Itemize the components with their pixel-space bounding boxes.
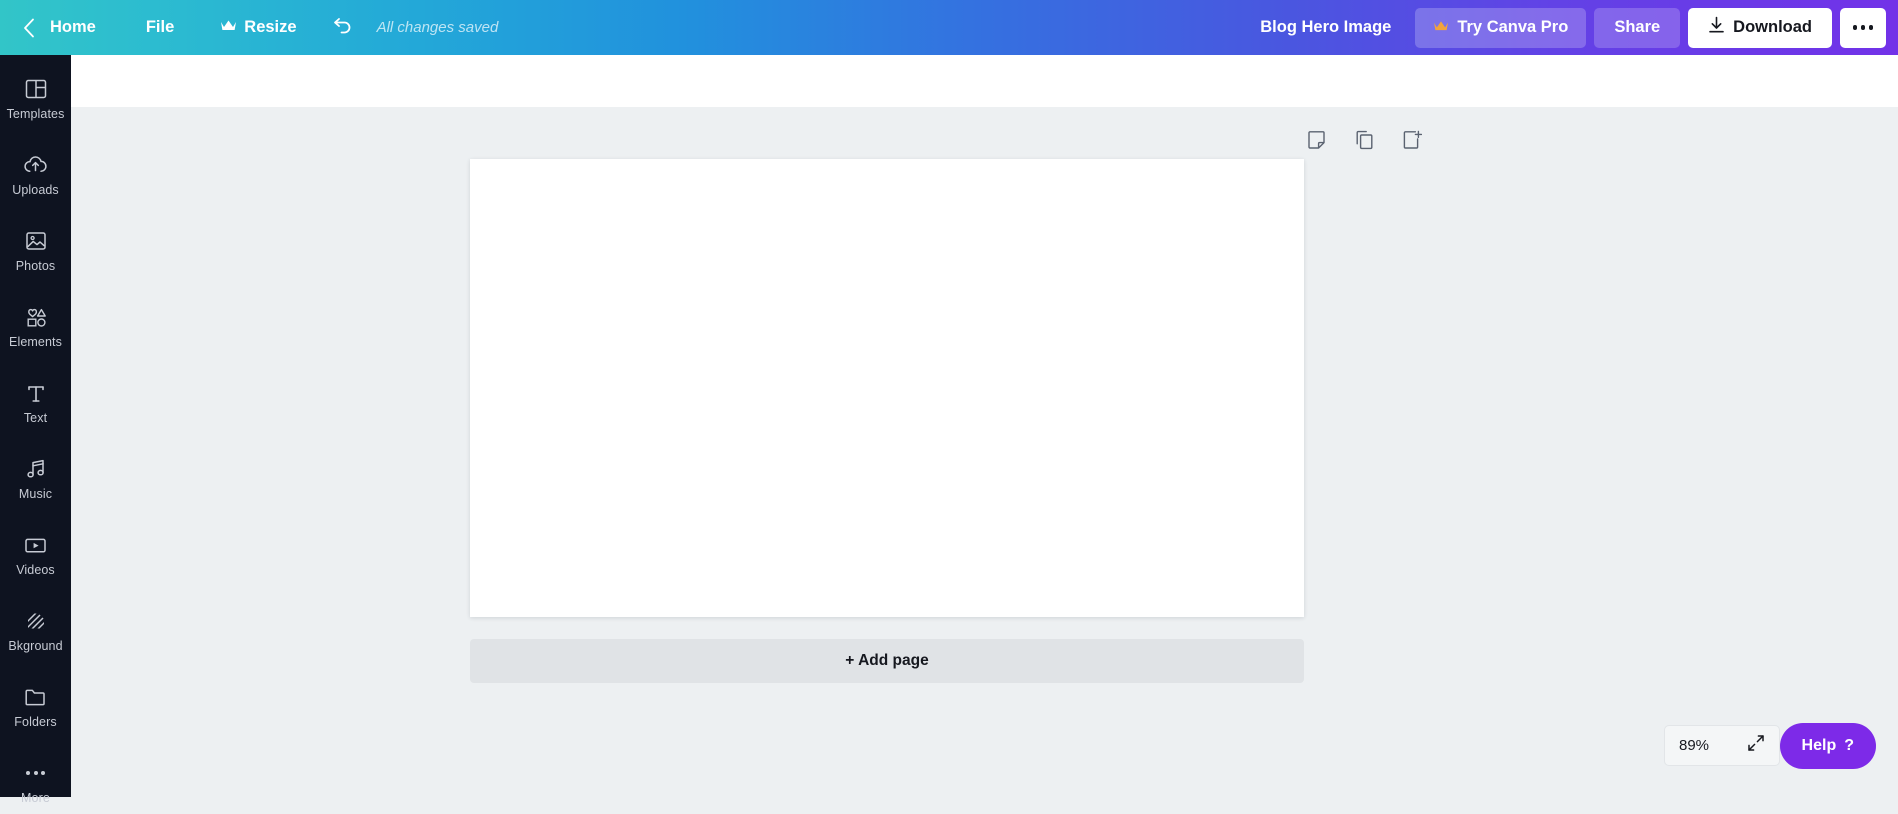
image-icon <box>24 229 48 253</box>
sidebar-item-label: Templates <box>7 107 65 121</box>
top-toolbar-right: Blog Hero Image Try Canva Pro Share Down… <box>1244 0 1898 55</box>
sidebar-item-label: Elements <box>9 335 62 349</box>
shapes-icon <box>24 305 48 329</box>
sidebar-item-more[interactable]: More <box>0 751 71 814</box>
try-canva-pro-label: Try Canva Pro <box>1457 18 1568 37</box>
sidebar-item-photos[interactable]: Photos <box>0 219 71 282</box>
context-toolbar <box>71 55 1898 107</box>
templates-icon <box>24 77 48 101</box>
undo-icon <box>332 15 354 40</box>
top-toolbar-left: Home File Resize All changes saved <box>0 0 498 55</box>
resize-button[interactable]: Resize <box>198 0 318 55</box>
resize-label: Resize <box>244 18 296 37</box>
download-icon <box>1708 16 1725 39</box>
sidebar-item-videos[interactable]: Videos <box>0 523 71 586</box>
sidebar-item-label: Videos <box>16 563 55 577</box>
notes-icon <box>1307 130 1326 155</box>
home-button[interactable]: Home <box>44 0 122 55</box>
share-button[interactable]: Share <box>1594 8 1680 48</box>
left-sidebar: Templates Uploads Photos <box>0 55 71 797</box>
more-options-button[interactable] <box>1840 8 1886 48</box>
sidebar-item-label: Uploads <box>12 183 59 197</box>
document-title[interactable]: Blog Hero Image <box>1244 18 1407 37</box>
sidebar-item-label: More <box>21 791 50 805</box>
text-icon <box>24 381 48 405</box>
expand-diagonal-icon[interactable] <box>1747 734 1765 757</box>
chevron-left-icon <box>23 18 35 38</box>
sidebar-item-text[interactable]: Text <box>0 371 71 434</box>
share-label: Share <box>1614 18 1660 37</box>
back-button[interactable] <box>14 0 44 55</box>
sidebar-item-music[interactable]: Music <box>0 447 71 510</box>
sidebar-item-label: Music <box>19 487 52 501</box>
design-page-canvas[interactable] <box>470 159 1304 617</box>
sidebar-item-bkground[interactable]: Bkground <box>0 599 71 662</box>
file-menu-button[interactable]: File <box>122 0 198 55</box>
download-label: Download <box>1733 18 1812 37</box>
help-button[interactable]: Help ? <box>1780 723 1876 769</box>
crown-icon <box>220 18 237 37</box>
sidebar-item-templates[interactable]: Templates <box>0 67 71 130</box>
zoom-control[interactable]: 89% <box>1664 725 1780 766</box>
crown-icon <box>1433 18 1449 37</box>
ellipsis-icon <box>26 761 45 785</box>
upload-cloud-icon <box>24 153 48 177</box>
undo-button[interactable] <box>319 0 367 55</box>
background-hatch-icon <box>24 609 48 633</box>
save-status: All changes saved <box>377 19 499 36</box>
help-label: Help <box>1802 737 1837 755</box>
music-note-icon <box>24 457 48 481</box>
add-page-icon <box>1402 130 1422 155</box>
add-page-bar[interactable]: + Add page <box>470 639 1304 683</box>
sidebar-item-uploads[interactable]: Uploads <box>0 143 71 206</box>
sidebar-item-label: Bkground <box>8 639 62 653</box>
zoom-level-value: 89% <box>1679 737 1709 754</box>
duplicate-page-button[interactable] <box>1351 129 1377 155</box>
sidebar-item-folders[interactable]: Folders <box>0 675 71 738</box>
video-icon <box>24 533 48 557</box>
home-label: Home <box>50 18 96 37</box>
notes-button[interactable] <box>1303 129 1329 155</box>
add-page-button[interactable] <box>1399 129 1425 155</box>
folder-icon <box>24 685 48 709</box>
canvas-area[interactable]: + Add page <box>71 107 1898 797</box>
page-tools <box>1303 129 1425 155</box>
file-label: File <box>146 18 174 37</box>
sidebar-item-elements[interactable]: Elements <box>0 295 71 358</box>
top-toolbar: Home File Resize All changes saved B <box>0 0 1898 55</box>
sidebar-item-label: Folders <box>14 715 56 729</box>
sidebar-item-label: Text <box>24 411 47 425</box>
ellipsis-icon <box>1853 25 1874 30</box>
try-canva-pro-button[interactable]: Try Canva Pro <box>1415 8 1586 48</box>
download-button[interactable]: Download <box>1688 8 1832 48</box>
question-mark-icon: ? <box>1844 737 1854 755</box>
sidebar-item-label: Photos <box>16 259 56 273</box>
duplicate-page-icon <box>1355 130 1374 155</box>
add-page-label: + Add page <box>845 652 928 670</box>
